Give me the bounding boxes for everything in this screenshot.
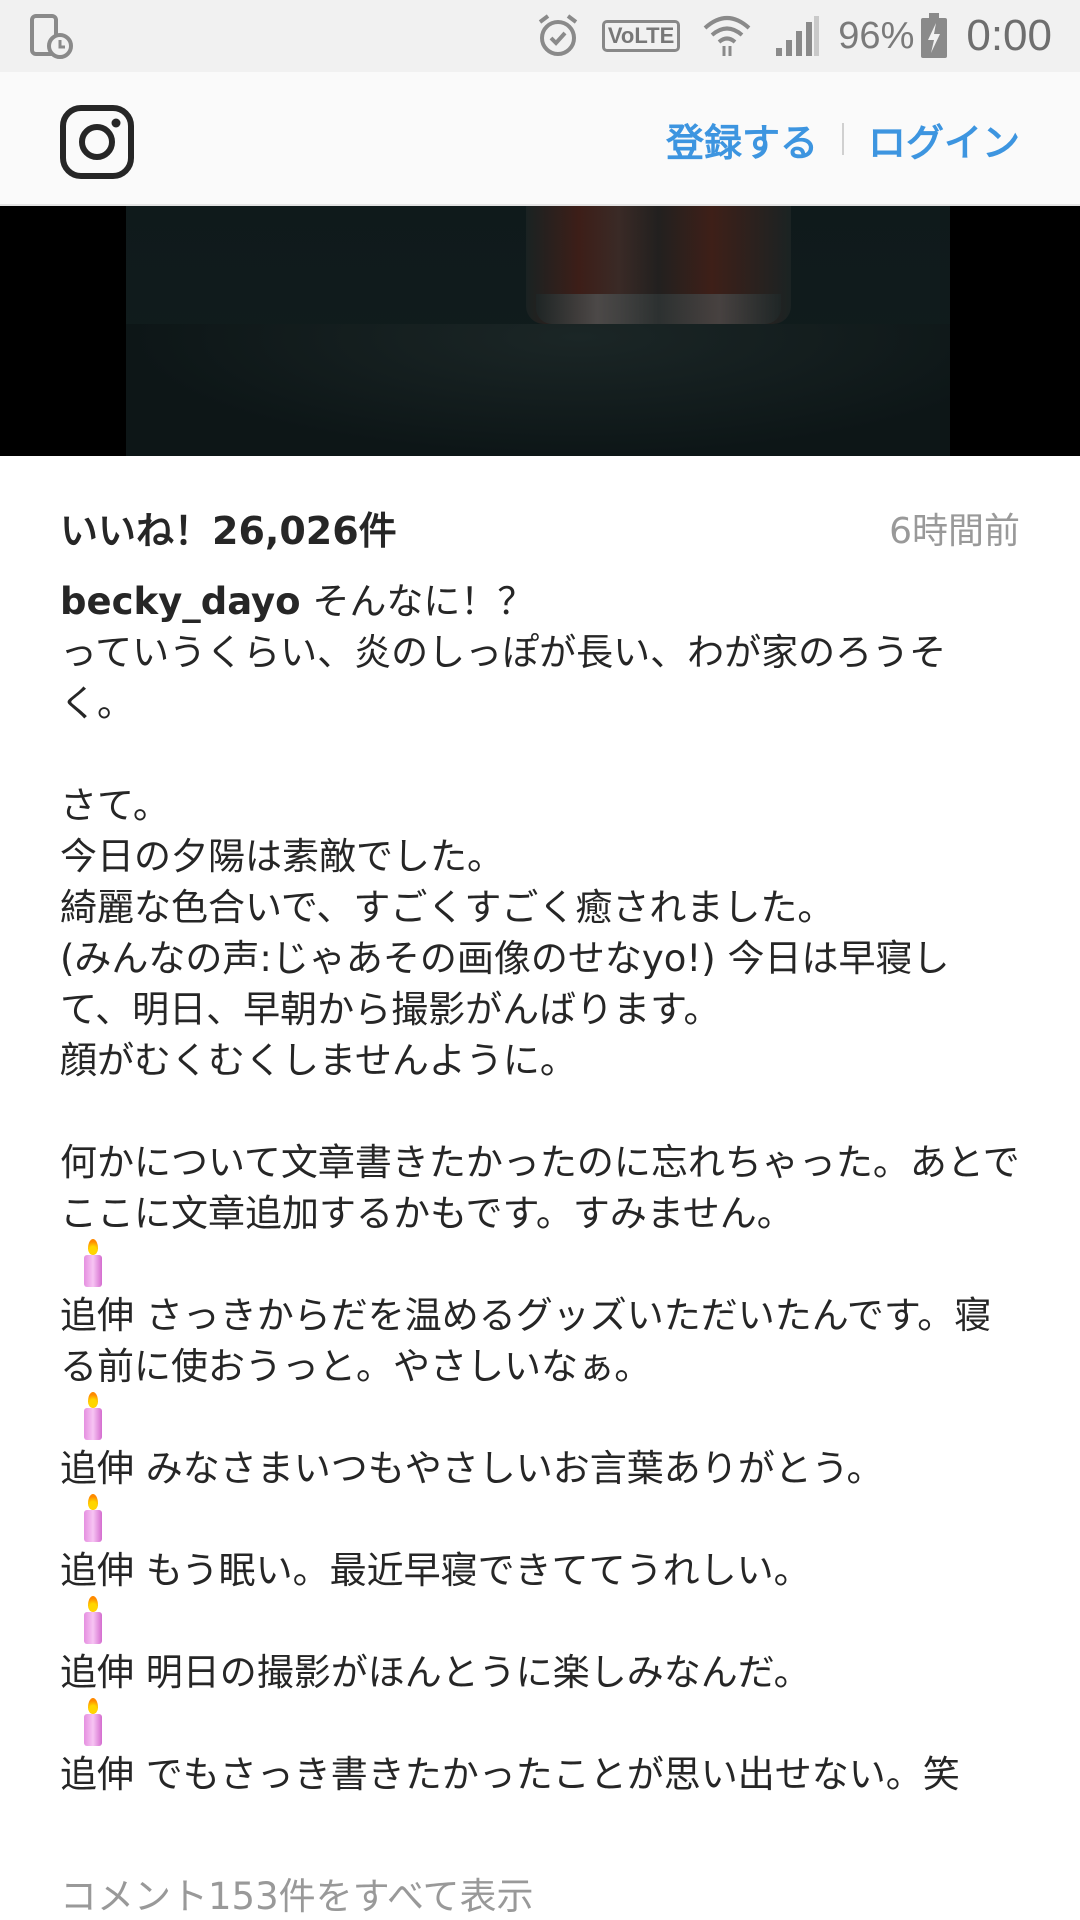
- candle-emoji-icon: [82, 1698, 104, 1748]
- status-bar: VoLTE 96% 0:00: [0, 0, 1080, 72]
- ps-line: 追伸 さっきからだを温めるグッズいただいたんです。寝る前に使おうっと。やさしいな…: [60, 1294, 992, 1388]
- like-count[interactable]: いいね！26,026件: [60, 500, 397, 555]
- signup-link[interactable]: 登録する: [666, 112, 818, 167]
- alarm-icon: [536, 12, 580, 60]
- candle-emoji-icon: [82, 1392, 104, 1442]
- clock: 0:00: [966, 11, 1052, 60]
- instagram-logo-icon[interactable]: [60, 105, 134, 179]
- signal-icon: [774, 14, 820, 58]
- login-link[interactable]: ログイン: [868, 112, 1020, 167]
- battery-percent: 96%: [838, 14, 915, 57]
- post-username[interactable]: becky_dayo: [60, 580, 301, 623]
- wifi-icon: [702, 14, 752, 58]
- view-all-comments-link[interactable]: コメント153件をすべて表示: [60, 1866, 534, 1920]
- candle-emoji-icon: [82, 1494, 104, 1544]
- post-image-content: [126, 206, 950, 456]
- ps-line: 追伸 でもさっき書きたかったことが思い出せない。笑: [60, 1753, 960, 1796]
- candle-emoji-icon: [82, 1596, 104, 1646]
- volte-icon: VoLTE: [601, 20, 681, 52]
- ps-line: 追伸 明日の撮影がほんとうに楽しみなんだ。: [60, 1651, 811, 1694]
- app-header: 登録する ログイン: [0, 72, 1080, 206]
- ps-line: 追伸 もう眠い。最近早寝できててうれしい。: [60, 1549, 811, 1592]
- battery-charging-icon: [920, 13, 948, 59]
- ps-line: 追伸 みなさまいつもやさしいお言葉ありがとう。: [60, 1447, 884, 1490]
- device-sync-icon: [28, 14, 74, 60]
- post-image[interactable]: [0, 206, 1080, 456]
- caption-text: そんなに！？ っていうくらい、炎のしっぽが長い、わが家のろうそく。 さて。 今日…: [60, 580, 1020, 1235]
- post-caption: becky_dayo そんなに！？ っていうくらい、炎のしっぽが長い、わが家のろ…: [60, 576, 1020, 1800]
- candle-emoji-icon: [82, 1239, 104, 1289]
- header-divider: [841, 123, 844, 155]
- post-timestamp: 6時間前: [889, 511, 1020, 552]
